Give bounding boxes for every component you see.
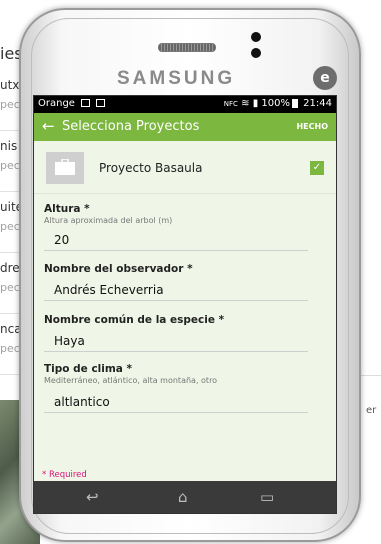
field-label: Altura * bbox=[44, 203, 90, 215]
especie-input[interactable]: Haya bbox=[54, 334, 85, 348]
status-bar: Orange NFC ≋ ▮ 100% 21:44 bbox=[34, 96, 336, 113]
field-especie: Nombre común de la especie * Haya bbox=[44, 314, 308, 354]
notification-image-icon bbox=[81, 99, 91, 107]
field-label: Nombre del observador * bbox=[44, 263, 193, 275]
screen-title: Selecciona Proyectos bbox=[62, 119, 200, 134]
phone-screen: Orange NFC ≋ ▮ 100% 21:44 ← Selecciona P… bbox=[33, 95, 337, 514]
form-content: Proyecto Basaula ✓ Altura * Altura aprox… bbox=[34, 141, 336, 481]
nav-home-icon[interactable]: ⌂ bbox=[178, 488, 188, 506]
front-camera-icon bbox=[251, 32, 261, 42]
input-underline bbox=[44, 250, 308, 251]
field-hint: Mediterráneo, atlántico, alta montaña, o… bbox=[44, 376, 218, 385]
done-button[interactable]: HECHO bbox=[296, 122, 328, 131]
background-right-text: er bbox=[366, 405, 377, 416]
nav-recent-apps-icon[interactable]: ▭ bbox=[260, 488, 274, 506]
notification-download-icon bbox=[96, 99, 106, 107]
required-note: * Required bbox=[42, 470, 87, 480]
field-hint: Altura aproximada del arbol (m) bbox=[44, 216, 173, 225]
app-bar: ← Selecciona Proyectos HECHO bbox=[34, 113, 336, 141]
field-label: Tipo de clima * bbox=[44, 363, 133, 375]
input-underline bbox=[44, 300, 308, 301]
nav-back-icon[interactable]: ↩ bbox=[86, 488, 99, 506]
field-label: Nombre común de la especie * bbox=[44, 314, 225, 326]
observador-input[interactable]: Andrés Echeverria bbox=[54, 283, 164, 297]
clima-input[interactable]: altlantico bbox=[54, 395, 110, 409]
carrier-label: Orange bbox=[38, 98, 75, 109]
nfc-icon: NFC bbox=[223, 100, 238, 108]
back-arrow-icon[interactable]: ← bbox=[42, 117, 55, 135]
battery-icon bbox=[291, 98, 298, 108]
speaker-grille bbox=[158, 43, 216, 52]
sensor-icon bbox=[251, 48, 261, 58]
battery-label: 100% bbox=[261, 98, 290, 109]
briefcase-icon bbox=[46, 152, 84, 184]
clock: 21:44 bbox=[303, 98, 332, 109]
field-observador: Nombre del observador * Andrés Echeverri… bbox=[44, 263, 308, 303]
signal-icon: ▮ bbox=[252, 98, 259, 109]
field-clima: Tipo de clima * Mediterráneo, atlántico,… bbox=[44, 363, 308, 413]
input-underline bbox=[44, 412, 308, 413]
field-altura: Altura * Altura aproximada del arbol (m)… bbox=[44, 203, 308, 251]
project-checkbox[interactable]: ✓ bbox=[310, 161, 324, 175]
altura-input[interactable]: 20 bbox=[54, 233, 69, 247]
project-row[interactable]: Proyecto Basaula ✓ bbox=[34, 141, 336, 194]
brand-logo: SAMSUNG bbox=[117, 68, 236, 89]
project-name: Proyecto Basaula bbox=[99, 161, 203, 175]
input-underline bbox=[44, 351, 308, 352]
system-nav-bar: ↩ ⌂ ▭ bbox=[34, 481, 336, 513]
app-logo-icon: e bbox=[313, 66, 337, 90]
wifi-icon: ≋ bbox=[241, 98, 250, 109]
